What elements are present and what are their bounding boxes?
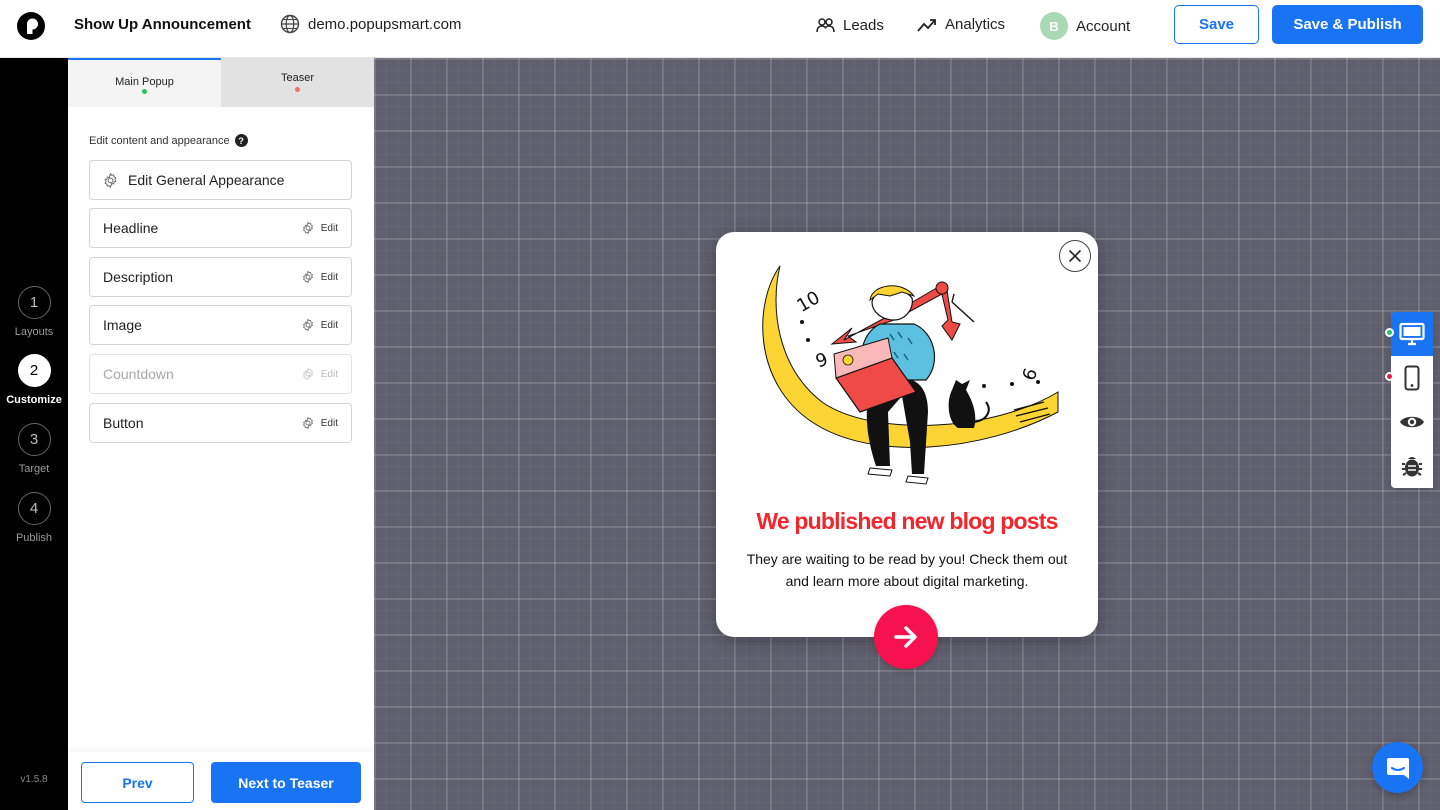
tab-teaser[interactable]: Teaser	[221, 58, 374, 107]
arrow-right-icon	[894, 626, 917, 648]
edit-description-button[interactable]: Edit	[301, 270, 338, 284]
step-number: 2	[17, 354, 51, 387]
step-number: 3	[17, 423, 51, 456]
nav-analytics[interactable]: Analytics	[917, 16, 1005, 33]
edit-label: Edit	[320, 368, 338, 380]
eye-icon	[1400, 416, 1424, 428]
steps-rail: 1 Layouts 2 Customize 3 Target 4 Publish	[0, 58, 68, 810]
mobile-status-dot	[1385, 372, 1394, 381]
popup-headline[interactable]: We published new blog posts	[716, 508, 1098, 535]
desktop-icon	[1399, 322, 1425, 346]
nav-analytics-label: Analytics	[945, 16, 1006, 33]
step-label: Publish	[15, 532, 53, 544]
edit-label: Edit	[320, 222, 338, 234]
chat-widget-button[interactable]	[1372, 742, 1423, 793]
edit-label: Edit	[320, 417, 338, 429]
edit-headline-button[interactable]: Edit	[301, 221, 338, 235]
step-label: Customize	[6, 394, 62, 406]
mobile-view-button[interactable]	[1391, 356, 1433, 400]
popup-cta-button[interactable]	[874, 605, 938, 669]
nav-account[interactable]: B Account	[1040, 12, 1130, 40]
step-number: 1	[17, 286, 51, 319]
section-label: Edit content and appearance ?	[89, 134, 248, 147]
status-dot	[295, 87, 300, 92]
step-label: Layouts	[14, 326, 54, 338]
edit-general-appearance-label: Edit General Appearance	[128, 172, 285, 188]
top-bar: Show Up Announcement demo.popupsmart.com…	[0, 0, 1440, 58]
row-label: Description	[103, 269, 174, 285]
edit-button-button[interactable]: Edit	[301, 416, 338, 430]
step-customize[interactable]: 2 Customize	[0, 354, 68, 406]
gear-icon	[104, 172, 117, 188]
row-label: Countdown	[103, 366, 174, 382]
popup-illustration: 10 9 6	[762, 265, 1059, 485]
status-dot	[142, 89, 147, 94]
close-icon	[1068, 249, 1082, 263]
popup-tabs: Main Popup Teaser	[68, 58, 374, 107]
save-publish-button[interactable]: Save & Publish	[1272, 5, 1423, 44]
clock-number-9: 9	[813, 349, 831, 373]
row-description[interactable]: Description Edit	[89, 257, 352, 297]
nav-account-label: Account	[1076, 17, 1131, 35]
avatar: B	[1040, 12, 1068, 40]
row-label: Button	[103, 415, 144, 431]
gear-icon	[302, 367, 313, 381]
tab-main-popup[interactable]: Main Popup	[68, 58, 221, 107]
customize-panel: Main Popup Teaser Edit content and appea…	[68, 58, 374, 810]
gear-icon	[302, 416, 313, 430]
next-to-teaser-button[interactable]: Next to Teaser	[211, 762, 361, 803]
site-domain[interactable]: demo.popupsmart.com	[280, 14, 461, 34]
panel-footer: Prev Next to Teaser	[68, 752, 374, 810]
row-label: Headline	[103, 220, 159, 236]
edit-label: Edit	[320, 271, 338, 283]
nav-leads-label: Leads	[843, 16, 884, 34]
site-domain-text: demo.popupsmart.com	[308, 15, 462, 33]
row-image[interactable]: Image Edit	[89, 305, 352, 345]
step-publish[interactable]: 4 Publish	[0, 492, 68, 544]
device-toolbar	[1391, 312, 1433, 488]
edit-countdown-button[interactable]: Edit	[301, 367, 338, 381]
step-target[interactable]: 3 Target	[0, 423, 68, 475]
preview-button[interactable]	[1391, 400, 1433, 444]
popupsmart-logo-icon[interactable]	[16, 11, 46, 41]
help-icon[interactable]: ?	[234, 134, 248, 147]
gear-icon	[302, 318, 313, 332]
edit-general-appearance-button[interactable]: Edit General Appearance	[89, 160, 352, 200]
edit-label: Edit	[320, 319, 338, 331]
step-label: Target	[18, 463, 50, 475]
campaign-title: Show Up Announcement	[74, 16, 251, 33]
debug-button[interactable]	[1391, 444, 1433, 488]
leads-icon	[816, 18, 835, 33]
row-headline[interactable]: Headline Edit	[89, 208, 352, 248]
globe-icon	[280, 14, 300, 34]
save-button[interactable]: Save	[1174, 5, 1259, 44]
version-label: v1.5.8	[20, 774, 48, 785]
mobile-icon	[1404, 365, 1420, 391]
step-number: 4	[17, 492, 51, 525]
gear-icon	[302, 270, 313, 284]
desktop-view-button[interactable]	[1391, 312, 1433, 356]
tab-label: Main Popup	[115, 76, 174, 88]
section-label-text: Edit content and appearance	[89, 134, 230, 147]
bug-icon	[1402, 457, 1422, 477]
chat-icon	[1386, 757, 1409, 779]
popup-preview[interactable]: 10 9 6 We published new blog posts They …	[716, 232, 1098, 669]
edit-image-button[interactable]: Edit	[301, 318, 338, 332]
popup-close-button[interactable]	[1059, 240, 1091, 272]
row-label: Image	[103, 317, 142, 333]
clock-number-6: 6	[1019, 365, 1043, 383]
desktop-status-dot	[1385, 328, 1394, 337]
nav-leads[interactable]: Leads	[816, 16, 884, 34]
step-layouts[interactable]: 1 Layouts	[0, 286, 68, 338]
popup-description[interactable]: They are waiting to be read by you! Chec…	[746, 548, 1068, 592]
row-button[interactable]: Button Edit	[89, 403, 352, 443]
gear-icon	[302, 221, 313, 235]
prev-button[interactable]: Prev	[81, 762, 194, 803]
row-countdown[interactable]: Countdown Edit	[89, 354, 352, 394]
tab-label: Teaser	[280, 72, 315, 84]
clock-number-10: 10	[793, 287, 823, 317]
analytics-icon	[917, 18, 936, 32]
